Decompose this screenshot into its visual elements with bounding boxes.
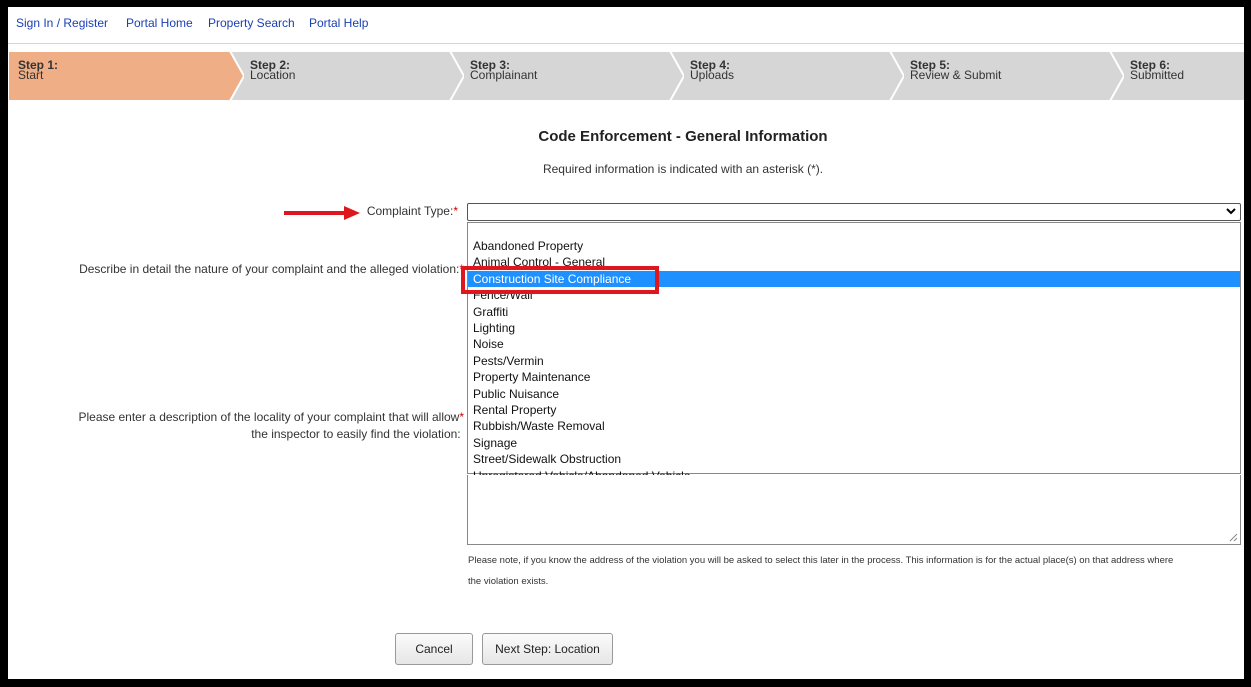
- page-title: Code Enforcement - General Information: [538, 128, 828, 145]
- property-search-link[interactable]: Property Search: [208, 16, 295, 30]
- top-nav: Sign In / Register Portal Home Property …: [8, 7, 1244, 44]
- dropdown-option[interactable]: Lighting: [468, 320, 1240, 336]
- step-2: Step 2: Location: [228, 51, 464, 101]
- step-name: Review & Submit: [910, 68, 1002, 82]
- dropdown-option[interactable]: Rental Property: [468, 402, 1240, 418]
- portal-help-link[interactable]: Portal Help: [309, 16, 368, 30]
- next-step-button[interactable]: Next Step: Location: [482, 633, 613, 665]
- complaint-type-dropdown-list[interactable]: Abandoned Property Animal Control - Gener…: [467, 222, 1241, 499]
- step-progress-bar: Step 1: Start Step 2: Location Step 3: Comp…: [8, 51, 1244, 101]
- step-4: Step 4: Uploads: [668, 51, 904, 101]
- locality-textarea[interactable]: [467, 475, 1241, 545]
- step-name: Start: [18, 68, 44, 82]
- resize-handle-icon[interactable]: [1228, 532, 1238, 542]
- step-name: Uploads: [690, 68, 735, 82]
- step-name: Submitted: [1130, 68, 1185, 82]
- complaint-type-label: Complaint Type:*: [366, 204, 458, 218]
- dropdown-option[interactable]: Public Nuisance: [468, 386, 1240, 402]
- signin-link[interactable]: Sign In / Register: [16, 16, 108, 30]
- dropdown-option[interactable]: Rubbish/Waste Removal: [468, 418, 1240, 434]
- step-3: Step 3: Complainant: [448, 51, 684, 101]
- step-name: Location: [250, 68, 296, 82]
- dropdown-option[interactable]: Noise: [468, 336, 1240, 352]
- dropdown-option[interactable]: Abandoned Property: [468, 238, 1240, 254]
- portal-home-link[interactable]: Portal Home: [126, 16, 193, 30]
- dropdown-option[interactable]: Property Maintenance: [468, 369, 1240, 385]
- dropdown-option[interactable]: Signage: [468, 435, 1240, 451]
- complaint-type-select[interactable]: [467, 203, 1241, 221]
- red-highlight-box-annotation: [461, 266, 659, 294]
- locality-label: Please enter a description of the locali…: [78, 410, 464, 441]
- chevron-down-icon: [1226, 204, 1236, 221]
- dropdown-option[interactable]: Graffiti: [468, 304, 1240, 320]
- address-note: Please note, if you know the address of …: [468, 555, 1174, 587]
- step-name: Complainant: [470, 68, 538, 82]
- step-5: Step 5: Review & Submit: [888, 51, 1124, 101]
- step-1: Step 1: Start: [8, 51, 244, 101]
- page-frame: Sign In / Register Portal Home Property …: [8, 7, 1244, 679]
- dropdown-option[interactable]: Street/Sidewalk Obstruction: [468, 451, 1240, 467]
- required-note: Required information is indicated with a…: [542, 162, 824, 176]
- describe-label: Describe in detail the nature of your co…: [79, 262, 464, 276]
- cancel-button[interactable]: Cancel: [395, 633, 473, 665]
- step-6: Step 6: Submitted: [1108, 51, 1244, 101]
- dropdown-option[interactable]: Pests/Vermin: [468, 353, 1240, 369]
